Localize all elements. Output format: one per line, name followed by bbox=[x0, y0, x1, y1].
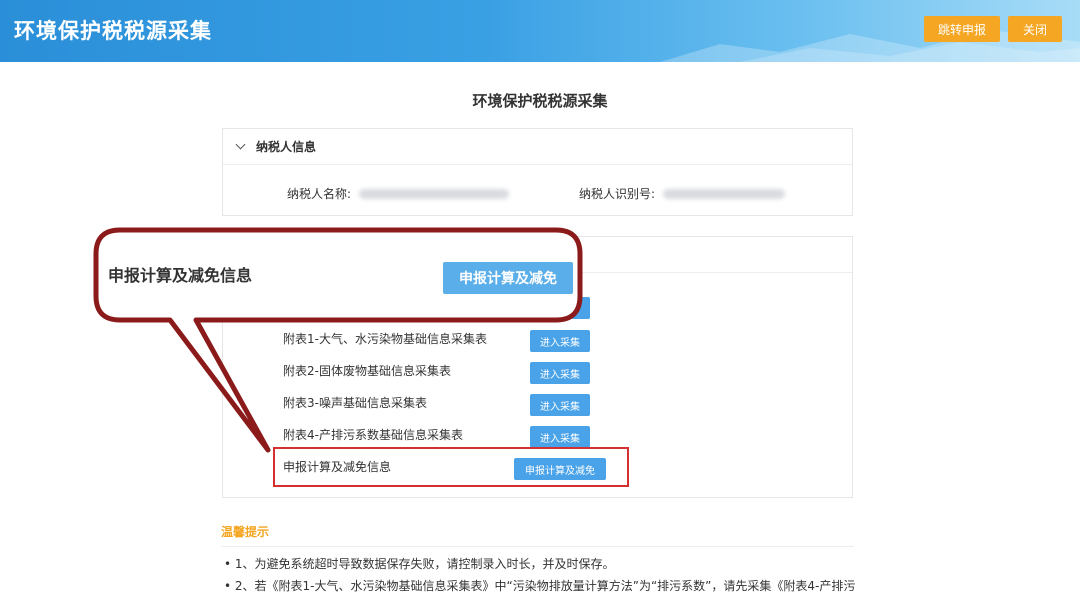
taxpayer-id-label: 纳税人识别号: bbox=[579, 187, 656, 201]
page-title: 环境保护税税源采集 bbox=[472, 92, 608, 110]
tip-item-2: • 2、若《附表1-大气、水污染物基础信息采集表》中“污染物排放量计算方法”为“… bbox=[224, 579, 856, 593]
taxpayer-id-row: 纳税人识别号: bbox=[579, 185, 786, 202]
taxpayer-name-row: 纳税人名称: bbox=[287, 185, 510, 202]
tip-item-1-text: 1、为避免系统超时导致数据保存失败，请控制录入时长，并及时保存。 bbox=[234, 557, 615, 571]
close-button[interactable]: 关闭 bbox=[1008, 16, 1062, 42]
taxpayer-name-label: 纳税人名称: bbox=[287, 187, 352, 201]
taxpayer-info-title: 纳税人信息 bbox=[256, 140, 317, 154]
enter-collect-button-2[interactable]: 进入采集 bbox=[530, 362, 590, 384]
app-title: 环境保护税税源采集 bbox=[14, 19, 212, 43]
tips-divider bbox=[221, 546, 854, 547]
taxpayer-id-value-redacted bbox=[663, 188, 786, 199]
enter-collect-button-4[interactable]: 进入采集 bbox=[530, 426, 590, 448]
calc-row-label: 申报计算及减免信息 bbox=[283, 460, 392, 474]
taxpayer-name-value-redacted bbox=[359, 188, 510, 199]
chevron-down-icon bbox=[235, 139, 246, 150]
app-header: 环境保护税税源采集 跳转申报 关闭 bbox=[0, 0, 1080, 62]
jump-to-declare-button[interactable]: 跳转申报 bbox=[924, 16, 1000, 42]
hidden-collect-button[interactable] bbox=[530, 297, 590, 319]
callout-calc-relief-button[interactable]: 申报计算及减免 bbox=[443, 262, 573, 294]
callout-label: 申报计算及减免信息 bbox=[108, 266, 253, 285]
tips-title: 温馨提示 bbox=[221, 525, 270, 539]
taxpayer-info-panel: 纳税人信息 纳税人名称: 纳税人识别号: bbox=[222, 128, 853, 216]
taxpayer-info-header[interactable]: 纳税人信息 bbox=[223, 129, 852, 165]
tip-item-2-text: 2、若《附表1-大气、水污染物基础信息采集表》中“污染物排放量计算方法”为“排污… bbox=[234, 579, 856, 593]
form-row-label-4: 附表4-产排污系数基础信息采集表 bbox=[283, 428, 463, 442]
form-row-label-2: 附表2-固体废物基础信息采集表 bbox=[283, 364, 451, 378]
form-row-label-1: 附表1-大气、水污染物基础信息采集表 bbox=[283, 332, 487, 346]
enter-collect-button-3[interactable]: 进入采集 bbox=[530, 394, 590, 416]
enter-collect-button-1[interactable]: 进入采集 bbox=[530, 330, 590, 352]
declare-calc-relief-button[interactable]: 申报计算及减免 bbox=[514, 458, 606, 480]
tip-item-1: • 1、为避免系统超时导致数据保存失败，请控制录入时长，并及时保存。 bbox=[224, 557, 615, 571]
form-row-label-3: 附表3-噪声基础信息采集表 bbox=[283, 396, 427, 410]
